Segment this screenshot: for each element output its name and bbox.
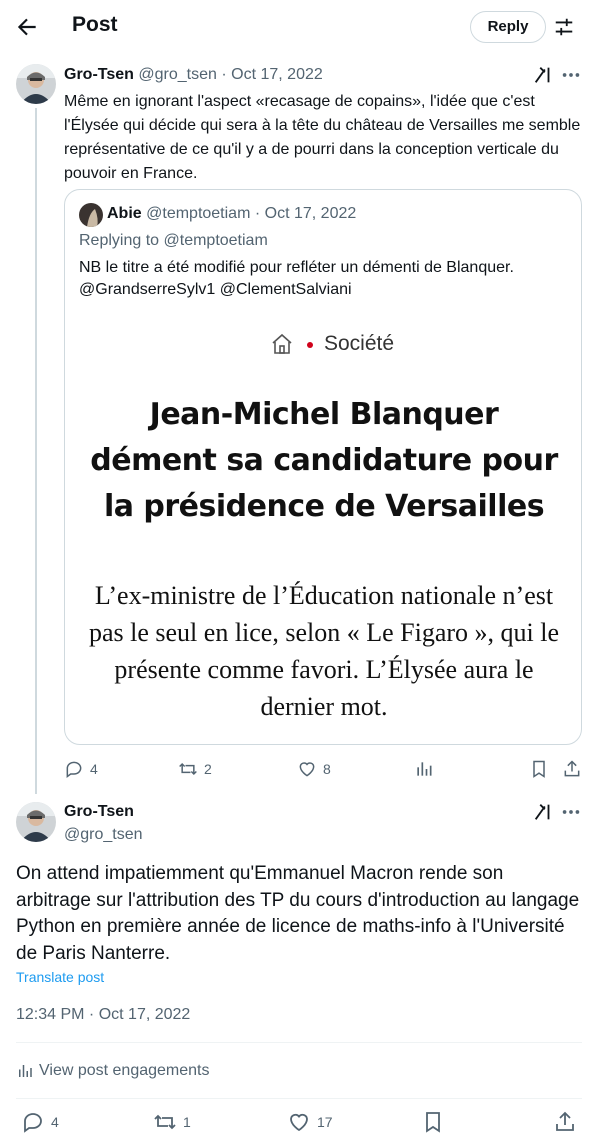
bookmark-icon [426,1112,440,1133]
reply-button[interactable]: Reply [470,11,546,43]
quote-author-handle: @temptoetiam [146,205,251,222]
like-count: 8 [323,761,331,777]
repost-count: 2 [204,761,212,777]
divider [16,1098,582,1099]
reply-action[interactable]: 4 [64,758,98,780]
quote-text: NB le titre a été modifié pour refléter … [79,259,514,298]
translate-link[interactable]: Translate post [16,969,104,985]
quote-header: Abie @temptoetiam · Oct 17, 2022 [107,205,356,223]
bookmark-action[interactable] [529,758,555,780]
bar-chart-icon [417,762,432,776]
repost-arrows-icon [179,762,197,776]
avatar [79,203,103,227]
like-action[interactable]: 17 [287,1109,333,1135]
like-count: 17 [317,1114,333,1130]
replying-prefix: Replying to [79,232,160,249]
section-label: Société [324,332,395,355]
share-upload-icon [556,1111,574,1131]
reply-count: 4 [90,761,98,777]
repost-count: 1 [183,1114,191,1130]
page-title: Post [72,13,118,36]
bookmark-icon [533,760,545,778]
more-dots-icon[interactable] [560,64,582,86]
share-upload-icon [564,760,580,777]
section-dot [307,342,313,348]
speech-bubble-icon [24,1113,42,1133]
replying-to: Replying to @temptoetiam [79,232,268,250]
heart-icon [290,1113,308,1132]
avatar[interactable] [16,64,56,104]
speech-bubble-icon [66,761,82,778]
reply-count: 4 [51,1114,59,1130]
separator: · [221,66,227,83]
avatar[interactable] [16,802,56,842]
heart-icon [299,762,315,777]
repost-action[interactable]: 2 [178,758,212,780]
views-action[interactable] [414,758,440,780]
tweet-date[interactable]: Oct 17, 2022 [231,66,323,83]
reply-action[interactable]: 4 [21,1109,59,1135]
engagements-label: View post engagements [39,1062,210,1079]
share-action[interactable] [562,758,588,780]
sliders-icon[interactable] [553,16,575,38]
article-section: Société [65,330,581,360]
repost-action[interactable]: 1 [153,1109,191,1135]
tweet-text: Même en ignorant l'aspect «recasage de c… [64,93,581,182]
tweet-header: Gro-Tsen @gro_tsen · Oct 17, 2022 [64,66,323,84]
grok-icon[interactable] [532,801,554,823]
thread-connector [35,108,37,794]
view-engagements-link[interactable]: View post engagements [16,1059,209,1083]
quote-author-name: Abie [107,205,142,222]
author-handle[interactable]: @gro_tsen [138,66,217,83]
author-name[interactable]: Gro-Tsen [64,66,134,83]
divider [16,1042,582,1043]
replying-handle: @temptoetiam [163,232,268,249]
tweet-timestamp[interactable]: 12:34 PM · Oct 17, 2022 [16,1006,190,1024]
bookmark-action[interactable] [421,1109,451,1135]
grok-icon[interactable] [532,64,554,86]
quoted-tweet-card[interactable]: Abie @temptoetiam · Oct 17, 2022 Replyin… [64,189,582,745]
back-arrow-icon[interactable] [14,14,40,40]
article-headline: Jean-Michel Blanquer dément sa candidatu… [90,397,558,524]
tweet-text: On attend impatiemment qu'Emmanuel Macro… [16,863,580,964]
bar-chart-icon [19,1065,32,1077]
quote-date: Oct 17, 2022 [264,205,357,222]
author-handle[interactable]: @gro_tsen [64,826,143,844]
repost-arrows-icon [154,1114,176,1130]
separator: · [254,205,261,222]
house-icon [270,332,294,356]
author-name[interactable]: Gro-Tsen [64,803,134,821]
like-action[interactable]: 8 [297,758,331,780]
article-lede: L’ex-ministre de l’Éducation nationale n… [88,581,560,721]
top-bar: Post Reply [0,0,598,54]
share-action[interactable] [553,1109,583,1135]
more-dots-icon[interactable] [560,801,582,823]
